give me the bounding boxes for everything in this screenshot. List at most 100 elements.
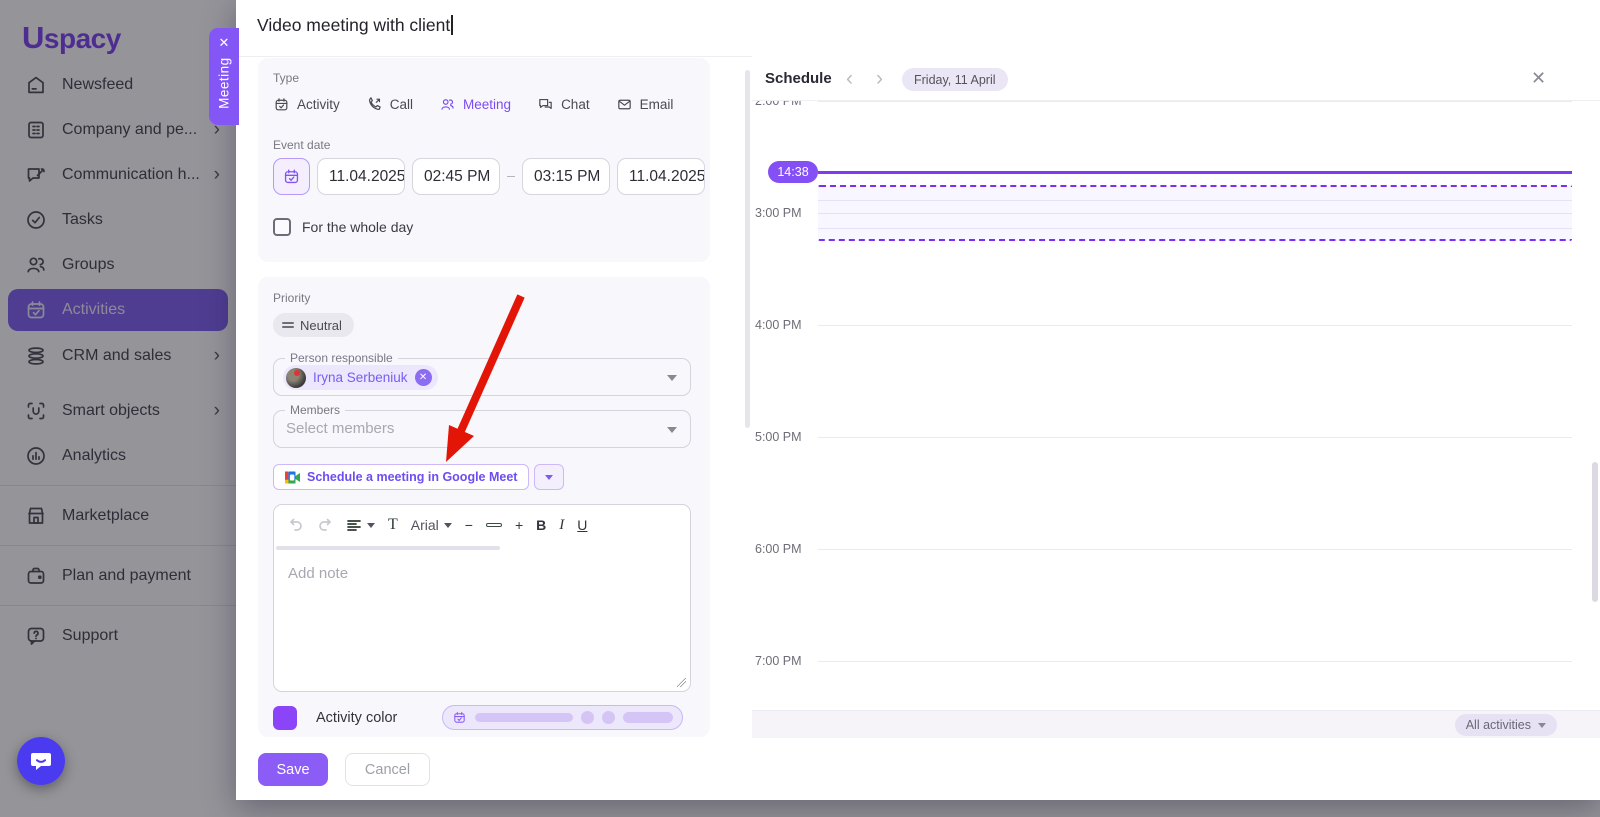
activity-modal: Video meeting with client Type Activity … (236, 0, 1600, 800)
time-label: 3:00 PM (755, 206, 815, 220)
cancel-button[interactable]: Cancel (345, 753, 430, 786)
italic-button[interactable]: I (559, 517, 564, 534)
activity-icon (273, 96, 290, 113)
chevron-down-icon (367, 523, 375, 528)
whole-day-label: For the whole day (302, 219, 413, 235)
hour-gridline (818, 437, 1572, 438)
type-option-meeting[interactable]: Meeting (439, 96, 511, 113)
quarter-gridline (818, 200, 1572, 201)
resize-handle[interactable] (677, 678, 686, 687)
schedule-title: Schedule (765, 70, 832, 87)
person-responsible-field[interactable]: Person responsible Iryna Serbeniuk ✕ (273, 358, 691, 396)
chevron-down-icon (1538, 723, 1546, 728)
font-size-value[interactable] (486, 523, 502, 527)
font-family-select[interactable]: Arial (411, 517, 452, 533)
members-field[interactable]: Members Select members (273, 410, 691, 448)
members-placeholder[interactable]: Select members (286, 420, 394, 437)
priority-neutral-icon (282, 319, 294, 330)
type-option-chat[interactable]: Chat (537, 96, 590, 113)
end-time-field[interactable]: 03:15 PM (522, 158, 610, 195)
event-date-row: 11.04.2025 02:45 PM 03:15 PM 11.04.2025 (273, 158, 705, 195)
date-badge[interactable]: Friday, 11 April (902, 68, 1008, 91)
time-label: 7:00 PM (755, 654, 815, 668)
end-date-field[interactable]: 11.04.2025 (617, 158, 705, 195)
remove-person-icon[interactable]: ✕ (415, 369, 432, 386)
whole-day-row[interactable]: For the whole day (273, 218, 413, 236)
priority-value: Neutral (300, 318, 342, 333)
type-option-activity[interactable]: Activity (273, 96, 340, 113)
time-range-dash (507, 176, 515, 178)
window-scrollbar[interactable] (1592, 462, 1598, 602)
close-schedule-icon[interactable]: ✕ (1531, 68, 1546, 89)
chevron-down-icon[interactable] (667, 427, 677, 433)
font-size-decrease-button[interactable]: − (465, 517, 473, 533)
editor-toolbar: T Arial − + B I U (274, 505, 690, 545)
note-input[interactable]: Add note (274, 551, 690, 691)
type-option-label: Email (640, 97, 674, 112)
activities-filter-dropdown[interactable]: All activities (1455, 714, 1557, 736)
type-label: Type (273, 71, 299, 85)
google-meet-dropdown-button[interactable] (534, 464, 564, 490)
type-option-label: Meeting (463, 97, 511, 112)
person-name: Iryna Serbeniuk (313, 370, 408, 385)
type-option-label: Activity (297, 97, 340, 112)
person-chip: Iryna Serbeniuk ✕ (283, 365, 438, 390)
start-date-field[interactable]: 11.04.2025 (317, 158, 405, 195)
activity-title-input[interactable]: Video meeting with client (257, 15, 453, 36)
schedule-panel: 2:00 PM 3:00 PM 4:00 PM 5:00 PM 6:00 PM … (752, 0, 1600, 800)
meeting-side-tab[interactable]: ✕ Meeting (209, 28, 239, 125)
time-label: 4:00 PM (755, 318, 815, 332)
activity-color-swatch[interactable] (273, 706, 297, 730)
current-time-badge: 14:38 (768, 161, 818, 183)
whole-day-checkbox[interactable] (273, 218, 291, 236)
type-option-email[interactable]: Email (616, 96, 674, 113)
chat-bubble-icon (28, 748, 54, 774)
google-meet-row: Schedule a meeting in Google Meet (273, 464, 564, 490)
type-option-call[interactable]: Call (366, 96, 413, 113)
prev-day-button[interactable]: ‹ (846, 67, 853, 91)
activity-title-text: Video meeting with client (257, 15, 450, 35)
google-meet-button-label: Schedule a meeting in Google Meet (307, 470, 517, 484)
preview-skeleton-bar (623, 712, 674, 723)
text-cursor (451, 15, 453, 35)
meeting-tab-label: Meeting (217, 58, 232, 110)
members-label: Members (285, 403, 345, 417)
close-icon[interactable]: ✕ (209, 35, 239, 51)
planned-event-block[interactable] (818, 185, 1572, 241)
calendar-icon (282, 167, 301, 186)
undo-icon[interactable] (288, 517, 304, 533)
redo-icon[interactable] (317, 517, 333, 533)
chevron-down-icon[interactable] (667, 375, 677, 381)
phone-icon (366, 96, 383, 113)
google-meet-button[interactable]: Schedule a meeting in Google Meet (273, 464, 529, 490)
bold-button[interactable]: B (536, 517, 546, 533)
calendar-icon (452, 710, 467, 725)
quarter-gridline (818, 228, 1572, 229)
google-meet-icon (285, 471, 300, 484)
next-day-button[interactable]: › (876, 67, 883, 91)
schedule-footer: All activities (752, 710, 1600, 738)
preview-skeleton-dot (602, 711, 615, 724)
font-size-increase-button[interactable]: + (515, 517, 523, 533)
type-option-label: Call (390, 97, 413, 112)
calendar-picker-button[interactable] (273, 158, 310, 195)
hour-gridline (818, 325, 1572, 326)
person-responsible-label: Person responsible (285, 351, 398, 365)
form-scrollbar[interactable] (745, 70, 750, 428)
plus-icon: + (515, 517, 523, 533)
schedule-header: Schedule ‹ › Friday, 11 April ✕ (752, 0, 1600, 101)
type-option-label: Chat (561, 97, 590, 112)
chat-icon (537, 96, 554, 113)
align-button[interactable] (346, 517, 375, 533)
save-button[interactable]: Save (258, 753, 328, 786)
activity-color-row: Activity color (273, 705, 683, 730)
toolbar-scrollbar[interactable] (276, 546, 500, 550)
text-color-button[interactable]: T (388, 516, 398, 534)
start-time-field[interactable]: 02:45 PM (412, 158, 500, 195)
align-left-icon (346, 517, 362, 533)
type-date-panel: Type Activity Call Meeting Chat (258, 58, 710, 262)
activity-color-preview (442, 705, 683, 730)
chat-launcher-button[interactable] (17, 737, 65, 785)
underline-button[interactable]: U (577, 517, 587, 533)
priority-chip[interactable]: Neutral (273, 313, 354, 337)
